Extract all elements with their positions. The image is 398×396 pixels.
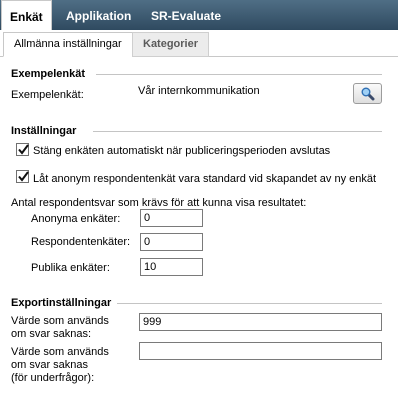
anonymous-surveys-input[interactable] [140, 209, 203, 227]
tab-enkat[interactable]: Enkät [1, 0, 52, 31]
min-responses-label: Antal respondentsvar som krävs för att k… [11, 197, 307, 209]
section-title-example: Exempelenkät [11, 68, 85, 80]
example-survey-label: Exempelenkät: [11, 89, 84, 101]
respondent-surveys-label: Respondentenkäter: [31, 236, 131, 248]
section-title-export: Exportinställningar [11, 297, 112, 309]
checkmark-icon [18, 171, 29, 182]
public-surveys-input[interactable] [140, 258, 203, 276]
missing-value-label-line1: Värde som används [11, 315, 109, 327]
auto-close-label: Stäng enkäten automatiskt när publicerin… [33, 145, 331, 157]
sub-missing-label-line1: Värde som används [11, 346, 109, 358]
section-divider [117, 303, 382, 304]
tab-sr-evaluate[interactable]: SR-Evaluate [151, 0, 221, 30]
public-surveys-label: Publika enkäter: [31, 262, 110, 274]
sub-tab-bar: Allmänna inställningar Kategorier [0, 30, 398, 57]
section-divider [93, 131, 382, 132]
select-example-button[interactable] [353, 83, 382, 104]
tab-applikation[interactable]: Applikation [66, 0, 131, 30]
sub-missing-label-line2: om svar saknas [11, 359, 89, 371]
anonymous-surveys-label: Anonyma enkäter: [31, 213, 121, 225]
sub-missing-value-input[interactable] [139, 342, 382, 360]
section-divider [96, 74, 382, 75]
example-survey-value: Vår internkommunikation [138, 85, 260, 97]
anonymous-default-checkbox[interactable] [16, 170, 29, 183]
anonymous-default-label: Låt anonym respondentenkät vara standard… [33, 173, 377, 185]
checkmark-icon [18, 144, 29, 155]
missing-value-label-line2: om svar saknas: [11, 328, 92, 340]
auto-close-checkbox[interactable] [16, 143, 29, 156]
tab-general-settings[interactable]: Allmänna inställningar [3, 32, 133, 57]
missing-value-input[interactable] [139, 313, 382, 331]
sub-missing-label-line3: (för underfrågor): [11, 372, 95, 384]
top-navigation-bar: Enkät Applikation SR-Evaluate [0, 0, 398, 31]
tab-categories[interactable]: Kategorier [132, 32, 210, 57]
magnifier-icon [361, 87, 375, 101]
section-title-settings: Inställningar [11, 125, 77, 137]
respondent-surveys-input[interactable] [140, 233, 203, 251]
